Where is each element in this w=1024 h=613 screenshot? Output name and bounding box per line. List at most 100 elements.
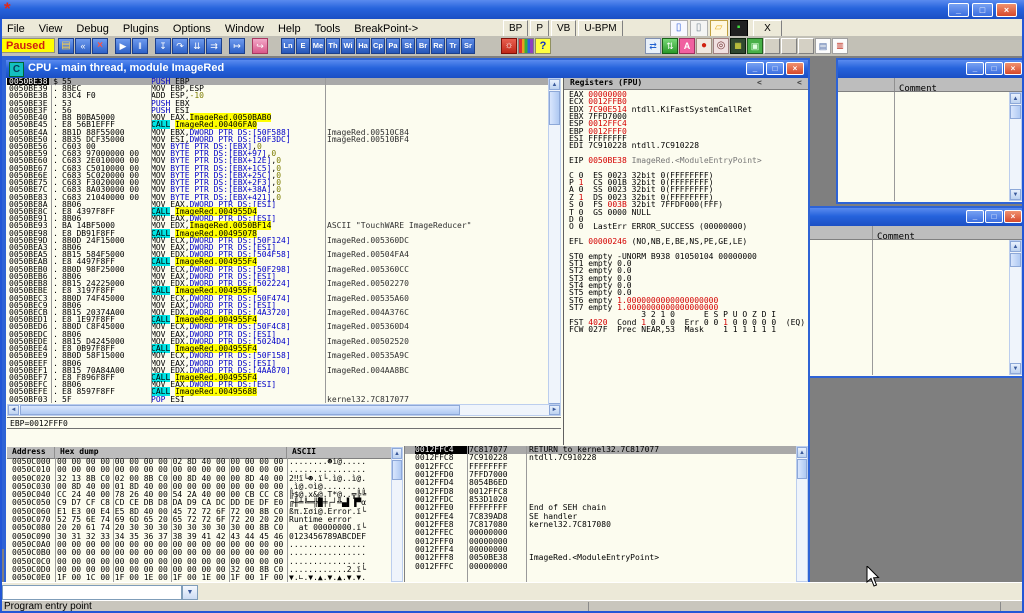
plugin-button-vb[interactable]: VB bbox=[551, 20, 576, 37]
terminal-icon[interactable]: ▪ bbox=[730, 20, 748, 37]
window-button[interactable]: ▣ bbox=[747, 38, 763, 54]
stack-row[interactable]: 0012FFEC00000000 bbox=[405, 529, 808, 537]
menu-item-help[interactable]: Help bbox=[271, 21, 308, 35]
empty-slot[interactable] bbox=[764, 38, 780, 54]
disasm-row[interactable]: 0050BE8C.E8 4397F8FFCALL ImageRed.004955… bbox=[7, 208, 548, 215]
close-button[interactable]: × bbox=[1004, 62, 1022, 75]
scroll-up-button[interactable]: ▲ bbox=[797, 447, 807, 458]
scroll-down-button[interactable]: ▼ bbox=[1010, 189, 1021, 200]
plugin-close-button[interactable]: X bbox=[753, 20, 782, 37]
stack-row[interactable]: 0012FFFC00000000 bbox=[405, 563, 808, 571]
main-title-bar[interactable]: * _ □ × bbox=[0, 0, 1024, 19]
run-button[interactable]: ▶ bbox=[115, 38, 131, 54]
pane-button-e[interactable]: E bbox=[296, 38, 310, 54]
updown-button[interactable]: ⇅ bbox=[662, 38, 678, 54]
assemble-button[interactable]: A bbox=[679, 38, 695, 54]
scroll-down-button[interactable]: ▼ bbox=[1010, 363, 1021, 374]
menu-item-plugins[interactable]: Plugins bbox=[116, 21, 166, 35]
disasm-row[interactable]: 0050BE83.C683 21040000 00MOV BYTE PTR DS… bbox=[7, 194, 548, 201]
minimize-button[interactable]: _ bbox=[746, 62, 764, 75]
scroll-right-button[interactable]: ► bbox=[549, 405, 560, 415]
scroll-up-button[interactable]: ▲ bbox=[549, 79, 560, 90]
maximize-button[interactable]: □ bbox=[985, 210, 1003, 223]
menu-item-tools[interactable]: Tools bbox=[308, 21, 348, 35]
command-input[interactable] bbox=[2, 585, 182, 600]
stack-row[interactable]: 0012FFF80050BE38ImageRed.<ModuleEntryPoi… bbox=[405, 554, 808, 562]
column-header[interactable]: Hex dump bbox=[55, 447, 287, 458]
scroll-left-button[interactable]: ◄ bbox=[8, 405, 19, 415]
help-button[interactable]: ? bbox=[535, 38, 551, 54]
go-to-address-button[interactable]: ↪ bbox=[252, 38, 268, 54]
minimize-button[interactable]: _ bbox=[966, 62, 984, 75]
log-list-button[interactable]: ▥ bbox=[832, 38, 848, 54]
animate-into-button[interactable]: ⇊ bbox=[189, 38, 205, 54]
scroll-up-button[interactable]: ▲ bbox=[1010, 93, 1021, 104]
disasm-row[interactable]: 0050BEC3.8B0D 74F45000MOV ECX,DWORD PTR … bbox=[7, 295, 548, 302]
stack-row[interactable]: 0012FFC47C817077RETURN to kernel32.7C817… bbox=[405, 446, 808, 454]
column-divider[interactable] bbox=[51, 78, 52, 403]
pause-button[interactable]: ‖ bbox=[132, 38, 148, 54]
pane-button-br[interactable]: Br bbox=[416, 38, 430, 54]
column-header[interactable] bbox=[838, 78, 895, 91]
appearance-button[interactable] bbox=[518, 38, 534, 54]
pane-nav-left-icon[interactable]: < bbox=[797, 78, 802, 88]
menu-item-file[interactable]: File bbox=[0, 21, 32, 35]
maximize-button[interactable]: □ bbox=[766, 62, 784, 75]
stack-row[interactable]: 0012FFF000000000 bbox=[405, 538, 808, 546]
step-over-button[interactable]: ↷ bbox=[172, 38, 188, 54]
pane-button-me[interactable]: Me bbox=[311, 38, 325, 54]
column-header[interactable] bbox=[810, 226, 873, 239]
column-divider[interactable] bbox=[325, 78, 326, 403]
pane-button-tr[interactable]: Tr bbox=[446, 38, 460, 54]
dump-pane[interactable]: AddressHex dumpASCII 0050C00000 00 00 00… bbox=[7, 447, 403, 582]
disassembly-hscrollbar[interactable]: ◄ ► bbox=[7, 404, 561, 416]
close-button[interactable]: × bbox=[996, 3, 1017, 17]
disassembly-pane[interactable]: 0050BE38$55PUSH EBP0050BE39.8BECMOV EBP,… bbox=[7, 78, 548, 403]
pane-button-sr[interactable]: Sr bbox=[461, 38, 475, 54]
menu-item-options[interactable]: Options bbox=[166, 21, 218, 35]
scrollbar-thumb[interactable] bbox=[797, 459, 807, 479]
document-blue-icon[interactable]: ▯ bbox=[670, 20, 688, 37]
animate-over-button[interactable]: ⇉ bbox=[206, 38, 222, 54]
plugin-button-p[interactable]: P bbox=[530, 20, 549, 37]
pane-button-cp[interactable]: Cp bbox=[371, 38, 385, 54]
stack-row[interactable]: 0012FFD07FFD7000 bbox=[405, 471, 808, 479]
disasm-row[interactable]: 0050BE38$55PUSH EBP bbox=[7, 78, 548, 85]
plugin-button-bp[interactable]: BP bbox=[503, 20, 528, 37]
close-button[interactable]: × bbox=[786, 62, 804, 75]
disasm-row[interactable]: 0050BEF7.E8 F896F8FFCALL ImageRed.004955… bbox=[7, 374, 548, 381]
stack-row[interactable]: 0012FFE87C817080kernel32.7C817080 bbox=[405, 521, 808, 529]
scrollbar-thumb[interactable] bbox=[1010, 253, 1021, 267]
stack-row[interactable]: 0012FFCCFFFFFFFF bbox=[405, 463, 808, 471]
scroll-up-button[interactable]: ▲ bbox=[392, 448, 402, 459]
pane-nav-left-icon[interactable]: < bbox=[757, 78, 762, 88]
close-program-button[interactable]: × bbox=[92, 38, 108, 54]
scrollbar-thumb[interactable] bbox=[20, 405, 460, 415]
comment-window-bottom[interactable]: _ □ × Comment ▲ ▼ bbox=[808, 206, 1022, 378]
window-titlebar[interactable]: _ □ × bbox=[810, 208, 1022, 226]
maximize-button[interactable]: □ bbox=[985, 62, 1003, 75]
menu-item-breakpoint[interactable]: BreakPoint-> bbox=[347, 21, 425, 35]
stack-row[interactable]: 0012FFE0FFFFFFFFEnd of SEH chain bbox=[405, 504, 808, 512]
scroll-up-button[interactable]: ▲ bbox=[1010, 241, 1021, 252]
disasm-row[interactable]: 0050BF03.5FPOP ESIkernel32.7C817077 bbox=[7, 396, 548, 403]
pane-button-re[interactable]: Re bbox=[431, 38, 445, 54]
column-header[interactable]: Address bbox=[7, 447, 55, 458]
pane-button-ln[interactable]: Ln bbox=[281, 38, 295, 54]
stack-row[interactable]: 0012FFD80012FFC8 bbox=[405, 488, 808, 496]
scrollbar-thumb[interactable] bbox=[1010, 105, 1021, 119]
open-file-button[interactable]: ▤ bbox=[58, 38, 74, 54]
empty-slot[interactable] bbox=[798, 38, 814, 54]
cpu-window[interactable]: C CPU - main thread, module ImageRed _ □… bbox=[4, 58, 810, 582]
disasm-row[interactable]: 0050BEFE.E8 8597F8FFCALL ImageRed.004956… bbox=[7, 388, 548, 395]
pane-button-pa[interactable]: Pa bbox=[386, 38, 400, 54]
vscrollbar[interactable]: ▲ ▼ bbox=[1009, 240, 1022, 375]
dump-vscrollbar[interactable]: ▲ bbox=[391, 447, 403, 582]
plugin-button-u-bpm[interactable]: U-BPM bbox=[578, 20, 622, 37]
document-button[interactable]: ▤ bbox=[815, 38, 831, 54]
pane-button-th[interactable]: Th bbox=[326, 38, 340, 54]
minimize-button[interactable]: _ bbox=[966, 210, 984, 223]
vscrollbar[interactable]: ▲ ▼ bbox=[1009, 92, 1022, 201]
stack-pane[interactable]: 0012FFC47C817077RETURN to kernel32.7C817… bbox=[404, 446, 808, 582]
disasm-row[interactable]: 0050BE3B.83C4 F0ADD ESP,-10 bbox=[7, 92, 548, 99]
